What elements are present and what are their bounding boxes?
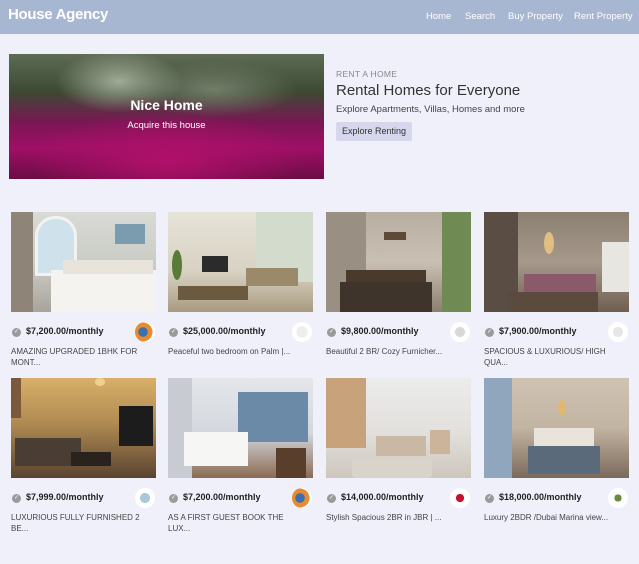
listing-card[interactable]: ✓ $7,200.00/monthly AS A FIRST GUEST BOO…: [168, 378, 313, 536]
agency-logo[interactable]: [135, 322, 155, 342]
listing-price: $7,200.00/monthly: [26, 326, 104, 336]
listing-description[interactable]: Luxury 2BDR /Dubai Marina view...: [484, 512, 624, 523]
hero-headline: Rental Homes for Everyone: [336, 82, 521, 99]
listing-price: $14,000.00/monthly: [341, 492, 424, 502]
agency-logo[interactable]: [292, 488, 312, 508]
nav-home[interactable]: Home: [426, 11, 451, 22]
agency-logo[interactable]: [450, 322, 470, 342]
hero-image: Nice Home Acquire this house: [9, 54, 324, 179]
listing-price: $7,900.00/monthly: [499, 326, 577, 336]
listing-price: $25,000.00/monthly: [183, 326, 266, 336]
listing-card[interactable]: ✓ $25,000.00/monthly Peaceful two bedroo…: [168, 212, 313, 370]
listing-card[interactable]: ✓ $18,000.00/monthly Luxury 2BDR /Dubai …: [484, 378, 629, 536]
lounge-photo[interactable]: [484, 212, 629, 312]
nav-search[interactable]: Search: [465, 11, 495, 22]
bedroom-photo[interactable]: [11, 212, 156, 312]
agency-logo[interactable]: [608, 488, 628, 508]
check-circle-icon: ✓: [327, 328, 336, 337]
listing-card[interactable]: ✓ $7,999.00/monthly LUXURIOUS FULLY FURN…: [11, 378, 156, 536]
listing-price: $9,800.00/monthly: [341, 326, 419, 336]
listing-description[interactable]: AS A FIRST GUEST BOOK THE LUX...: [168, 512, 308, 534]
check-circle-icon: ✓: [485, 328, 494, 337]
bedroom-photo[interactable]: [484, 378, 629, 478]
agency-logo[interactable]: [608, 322, 628, 342]
nav-rent-property[interactable]: Rent Property: [574, 11, 633, 22]
living-room-photo[interactable]: [168, 212, 313, 312]
listing-card[interactable]: ✓ $7,200.00/monthly AMAZING UPGRADED 1BH…: [11, 212, 156, 370]
check-circle-icon: ✓: [485, 494, 494, 503]
check-circle-icon: ✓: [12, 494, 21, 503]
listing-description[interactable]: AMAZING UPGRADED 1BHK FOR MONT...: [11, 346, 151, 368]
bedroom-photo[interactable]: [168, 378, 313, 478]
hero-title: Nice Home: [130, 97, 203, 113]
listing-description[interactable]: Beautiful 2 BR/ Cozy Furnicher...: [326, 346, 466, 357]
agency-logo[interactable]: [450, 488, 470, 508]
dining-room-photo[interactable]: [326, 212, 471, 312]
navbar: House Agency Home Search Buy Property Re…: [0, 0, 639, 34]
listing-price: $7,200.00/monthly: [183, 492, 261, 502]
hero-lead: Explore Apartments, Villas, Homes and mo…: [336, 104, 525, 115]
listing-price: $18,000.00/monthly: [499, 492, 582, 502]
nav-buy-property[interactable]: Buy Property: [508, 11, 563, 22]
agency-logo[interactable]: [135, 488, 155, 508]
listing-description[interactable]: Peaceful two bedroom on Palm |...: [168, 346, 308, 357]
check-circle-icon: ✓: [169, 328, 178, 337]
listing-card[interactable]: ✓ $7,900.00/monthly SPACIOUS & LUXURIOUS…: [484, 212, 629, 370]
hero-eyebrow: RENT A HOME: [336, 69, 398, 79]
listing-price: $7,999.00/monthly: [26, 492, 104, 502]
check-circle-icon: ✓: [327, 494, 336, 503]
hero-subtitle: Acquire this house: [127, 120, 206, 131]
listing-card[interactable]: ✓ $9,800.00/monthly Beautiful 2 BR/ Cozy…: [326, 212, 471, 370]
listing-description[interactable]: LUXURIOUS FULLY FURNISHED 2 BE...: [11, 512, 151, 534]
agency-logo[interactable]: [292, 322, 312, 342]
living-room-photo[interactable]: [326, 378, 471, 478]
listing-description[interactable]: Stylish Spacious 2BR in JBR | ...: [326, 512, 466, 523]
check-circle-icon: ✓: [169, 494, 178, 503]
listing-card[interactable]: ✓ $14,000.00/monthly Stylish Spacious 2B…: [326, 378, 471, 536]
check-circle-icon: ✓: [12, 328, 21, 337]
living-room-photo[interactable]: [11, 378, 156, 478]
listing-description[interactable]: SPACIOUS & LUXURIOUS/ HIGH QUA...: [484, 346, 624, 368]
brand-logo[interactable]: House Agency: [8, 6, 108, 23]
explore-renting-button[interactable]: Explore Renting: [336, 122, 413, 141]
